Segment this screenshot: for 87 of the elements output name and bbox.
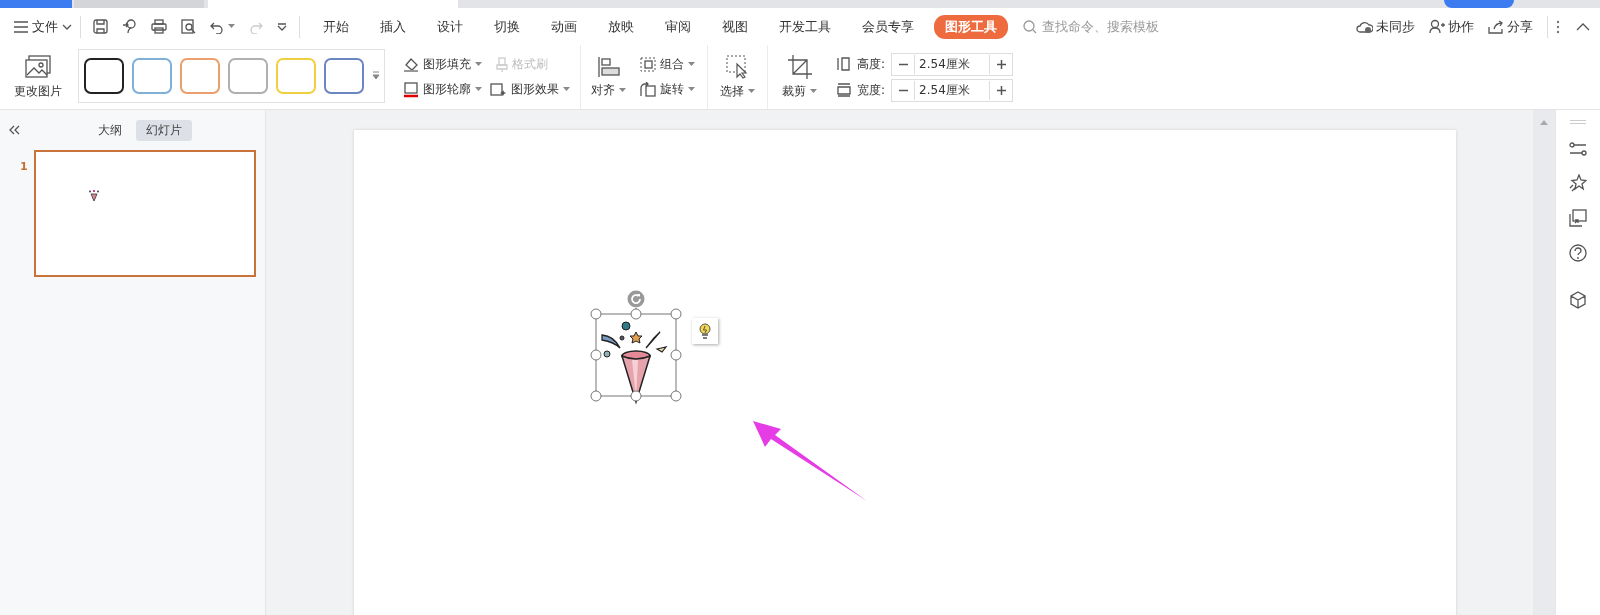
account-button[interactable] [1444,0,1514,8]
ribbon-tab[interactable]: 视图 [711,14,759,39]
outline-icon [403,81,419,98]
print-icon[interactable] [151,19,167,34]
field-label: 宽度: [857,81,886,99]
caret-icon [688,62,695,67]
sliders-icon[interactable] [1569,141,1587,157]
caret-icon [619,87,626,93]
caret-icon [475,62,482,67]
panel-tab[interactable]: 大纲 [88,119,132,141]
shape-outline-button[interactable]: 图形轮廓 [403,81,482,98]
picture-icon [25,54,51,79]
more-icon[interactable] [1556,19,1560,34]
width-icon [837,83,851,97]
shape-style-swatch[interactable] [228,58,268,94]
sparkle-icon [490,81,507,98]
crop-icon [787,54,812,79]
selection-arrow-icon [725,54,750,79]
ribbon-tab[interactable]: 审阅 [654,14,702,39]
shape-fill-button[interactable]: 图形填充 [403,56,482,73]
paint-bucket-icon [403,56,419,73]
header-action[interactable]: 分享 [1488,17,1533,36]
lightbulb-icon [699,323,711,339]
caret-icon [228,24,235,29]
caret-icon [810,88,817,94]
size-spinner[interactable]: 2.54厘米 [891,52,1014,76]
drag-handle-icon [1570,120,1586,124]
export-icon[interactable] [122,19,137,34]
header-action[interactable]: 协作 [1429,17,1474,36]
ribbon-tab[interactable]: 开发工具 [768,14,842,39]
shape-style-swatch[interactable] [84,58,124,94]
ribbon-tab[interactable]: 设计 [426,14,474,39]
slide-thumbnail[interactable] [33,150,256,277]
scrollbar[interactable] [1533,110,1555,615]
panel-tab[interactable]: 幻灯片 [136,119,192,141]
file-menu[interactable]: 文件 [14,17,72,36]
rotate-handle-icon[interactable] [627,290,645,308]
customize-icon[interactable] [277,22,287,31]
select-button[interactable]: 选择 [716,45,759,109]
ribbon-tab[interactable]: 切换 [483,14,531,39]
change-picture-button[interactable]: 更改图片 [10,45,66,109]
group-icon [640,57,656,72]
shape-style-swatch[interactable] [180,58,220,94]
menu-icon [14,20,28,33]
ribbon-tab[interactable]: 插入 [369,14,417,39]
height-icon [837,57,851,71]
save-icon[interactable] [93,19,108,34]
caret-icon [748,88,755,94]
rotate-icon [640,82,656,97]
ribbon-tab[interactable]: 放映 [597,14,645,39]
smart-tips-button[interactable] [692,318,718,344]
slideshow-icon[interactable] [1569,209,1587,227]
search-icon [1023,19,1037,34]
collapse-panel-icon[interactable] [8,125,20,135]
ribbon-tab[interactable]: 开始 [312,14,360,39]
party-popper-icon [87,190,100,202]
group-button[interactable]: 组合 [640,56,695,73]
plus-icon[interactable] [996,59,1006,69]
ribbon-tab[interactable]: 动画 [540,14,588,39]
align-icon [596,55,621,78]
ribbon-tab[interactable]: 会员专享 [851,14,925,39]
field-label: 高度: [857,55,886,73]
help-icon[interactable] [1569,244,1587,262]
header-action[interactable]: 未同步 [1356,17,1415,36]
share-icon [1488,19,1504,34]
align-button[interactable]: 对齐 [587,45,630,109]
brush-icon [496,56,508,73]
shape-style-swatch[interactable] [324,58,364,94]
add-user-icon [1429,19,1445,34]
caret-icon [475,87,482,92]
search-field[interactable]: 查找命令、搜索模板 [1023,18,1174,35]
crop-button[interactable]: 裁剪 [778,45,821,109]
collapse-ribbon-icon[interactable] [1576,22,1590,31]
shape-style-swatch[interactable] [132,58,172,94]
cube-icon[interactable] [1569,291,1587,309]
size-spinner[interactable]: 2.54厘米 [891,78,1014,102]
shape-effect-button[interactable]: 图形效果 [490,81,570,98]
plus-icon[interactable] [996,85,1006,95]
caret-icon [688,87,695,92]
caret-icon [563,87,570,92]
star-icon[interactable] [1569,174,1587,192]
rotate-button[interactable]: 旋转 [640,81,695,98]
print-preview-icon[interactable] [181,19,196,34]
cloud-icon [1356,19,1373,34]
chevron-down-icon [62,23,72,30]
slide-number: 1 [20,160,28,175]
more-styles-icon[interactable] [372,71,380,81]
